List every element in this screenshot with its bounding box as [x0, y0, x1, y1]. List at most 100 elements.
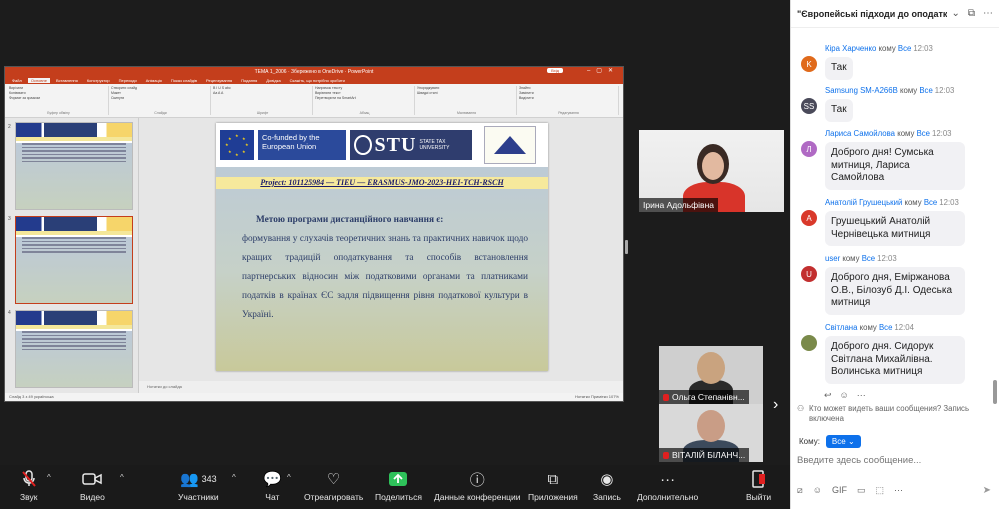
emoji-reaction-icon[interactable]: ☺ [840, 390, 849, 401]
ribbon-item[interactable]: Формат за зразком [9, 96, 108, 101]
ribbon-group-drawing: Упорядкувати Швидкі стилі Малювання [417, 86, 517, 115]
ppt-tab[interactable]: Файл [9, 78, 25, 83]
share-label: Поделиться [375, 492, 422, 502]
message-time: 12:03 [913, 44, 933, 53]
send-icon[interactable]: ➤ [983, 485, 991, 496]
ppt-tell-me[interactable]: Скажіть, що потрібно зробити [287, 78, 348, 83]
react-button[interactable]: ♡ Отреагировать [304, 469, 363, 502]
popout-icon[interactable]: ⧉ [968, 8, 975, 19]
cofunded-eu-text: Co-funded by the European Union [258, 130, 346, 160]
ppt-tab[interactable]: Вставлення [53, 78, 81, 83]
chat-options-chevron-icon[interactable]: ^ [287, 473, 291, 482]
slide-thumbnail[interactable] [15, 122, 133, 210]
avatar: U [801, 266, 817, 282]
audio-options-chevron-icon[interactable]: ^ [47, 473, 51, 482]
video-button[interactable]: Видео [80, 469, 105, 502]
ribbon-group-editing: Знайти Замінити Виділити Редагування [519, 86, 619, 115]
slide-editor-area[interactable]: ★ ★ ★ ★ ★ ★ ★ ★ Co-funded by the European Uni… [139, 118, 623, 381]
audio-button[interactable]: Звук [20, 469, 37, 502]
ribbon-item[interactable]: Швидкі стилі [417, 91, 516, 96]
meeting-info-button[interactable]: ⓘ Данные конференции [434, 469, 521, 503]
chat-message: user кому Все 12:03 U Доброго дня, Еміржа… [799, 254, 987, 315]
chat-scrollbar[interactable] [993, 380, 997, 404]
stu-seal-icon [354, 135, 372, 155]
privacy-notice[interactable]: ⚇ Кто может видеть ваши сообщения? Запис… [797, 404, 991, 424]
leave-door-icon [751, 469, 767, 489]
participants-button[interactable]: 👥 343 Участники [178, 469, 219, 502]
reply-icon[interactable]: ↩ [824, 390, 832, 401]
ppt-sign-in-button[interactable]: Вхід [547, 68, 563, 73]
recipient-name: Все [919, 86, 933, 95]
shared-screen-powerpoint[interactable]: ТЕМА 1_2006 · Збережено в OneDrive · Pow… [4, 66, 624, 402]
more-button[interactable]: ··· Дополнительно [637, 469, 698, 503]
ppt-tab[interactable]: Довідка [263, 78, 283, 83]
split-handle[interactable] [625, 240, 628, 254]
ppt-tab[interactable]: Переходи [116, 78, 140, 83]
ppt-ribbon-tabs[interactable]: Файл Основне Вставлення Конструктор Пере… [5, 76, 623, 84]
ppt-tab[interactable]: Анімація [143, 78, 165, 83]
avatar: Л [801, 141, 817, 157]
participant-name: Ольга Степанівн... [659, 390, 749, 404]
stu-logo-subtext: STATE TAX UNIVERSITY [419, 139, 450, 151]
eu-flag-icon: ★ ★ ★ ★ ★ ★ ★ ★ [220, 130, 254, 160]
file-icon[interactable]: ▭ [857, 485, 866, 496]
ribbon-item[interactable]: Виділити [519, 96, 618, 101]
next-page-arrow-icon[interactable]: › [773, 396, 778, 414]
window-controls[interactable]: –▢✕ [587, 67, 619, 74]
slide-notes[interactable]: Нотатки до слайда [139, 381, 623, 393]
slide-thumbnail[interactable] [15, 310, 133, 388]
chat-button[interactable]: 💬 Чат [263, 469, 282, 502]
ribbon-group-paragraph: Напрямок тексту Вирівняти текст Перетвор… [315, 86, 415, 115]
sender-name[interactable]: Samsung SM-A266B [825, 86, 898, 95]
screenshot-icon[interactable]: ⬚ [875, 485, 884, 496]
video-options-chevron-icon[interactable]: ^ [120, 473, 124, 482]
participant-face [697, 410, 725, 442]
sender-name[interactable]: Світлана [825, 323, 857, 332]
ppt-tab-active[interactable]: Основне [27, 77, 50, 83]
video-tile-irina[interactable]: Ірина Адольфівна [639, 130, 784, 212]
chat-panel: "Європейські підходи до оподатк... ⌄ ⧉ ⋯… [790, 0, 999, 509]
format-icon[interactable]: ⧄ [797, 485, 803, 496]
recipient-name: Все [878, 323, 893, 332]
tieu-logo-icon [484, 126, 536, 164]
react-label: Отреагировать [304, 492, 364, 502]
more-dots-icon[interactable]: ⋯ [894, 485, 903, 496]
ribbon-group-label: Малювання [456, 111, 477, 115]
recipient-select[interactable]: Все ⌄ [825, 435, 861, 448]
status-right[interactable]: Нотатки Примітки 107% [575, 394, 619, 400]
ribbon-item[interactable]: Aa A A [213, 91, 312, 96]
participants-options-chevron-icon[interactable]: ^ [232, 473, 236, 482]
emoji-icon[interactable]: ☺ [813, 485, 822, 496]
video-tile-vitaliy[interactable]: ВІТАЛІЙ БІЛАНЧ... [659, 404, 763, 462]
info-label: Данные конференции [434, 492, 521, 502]
sender-name[interactable]: Лариса Самойлова [825, 129, 895, 138]
ppt-tab[interactable]: Рецензування [203, 78, 235, 83]
more-dots-icon[interactable]: ⋯ [857, 390, 866, 401]
sender-name[interactable]: user [825, 254, 840, 263]
sender-name[interactable]: Анатолій Грушецький [825, 198, 902, 207]
ribbon-item[interactable]: Скинути [111, 96, 210, 101]
ribbon-item[interactable]: Перетворити на SmartArt [315, 96, 414, 101]
gif-icon[interactable]: GIF [832, 485, 847, 496]
audio-label: Звук [20, 492, 38, 502]
current-slide[interactable]: ★ ★ ★ ★ ★ ★ ★ ★ Co-funded by the European Uni… [216, 123, 548, 371]
slide-thumbnail-selected[interactable] [15, 216, 133, 304]
ppt-tab[interactable]: Показ слайдів [168, 78, 200, 83]
slide-thumbnails[interactable]: 2 3 4 [5, 118, 139, 393]
participant-name-text: Ольга Степанівн... [672, 392, 745, 402]
chat-message: Світлана кому Все 12:04 Доброго дня. Сидо… [799, 323, 987, 384]
slide-project-line: Project: 101125984 — TIEU — ERASMUS-JMO-… [260, 178, 504, 187]
ribbon-group-label: Редагування [558, 111, 579, 115]
video-tile-olga[interactable]: Ольга Степанівн... [659, 346, 763, 404]
chevron-down-icon[interactable]: ⌄ [951, 8, 959, 19]
leave-button[interactable]: Выйти [746, 469, 771, 502]
apps-button[interactable]: ⧉ Приложения [528, 469, 578, 503]
sender-name[interactable]: Кіра Харченко [825, 44, 876, 53]
more-dots-icon[interactable]: ⋯ [983, 8, 993, 19]
ppt-tab[interactable]: Конструктор [84, 78, 113, 83]
recipient-name: Все [861, 254, 876, 263]
chat-message-input[interactable] [797, 455, 987, 466]
share-button[interactable]: Поделиться [375, 469, 422, 502]
ppt-tab[interactable]: Подання [238, 78, 260, 83]
record-button[interactable]: ◉ Запись [593, 469, 621, 502]
